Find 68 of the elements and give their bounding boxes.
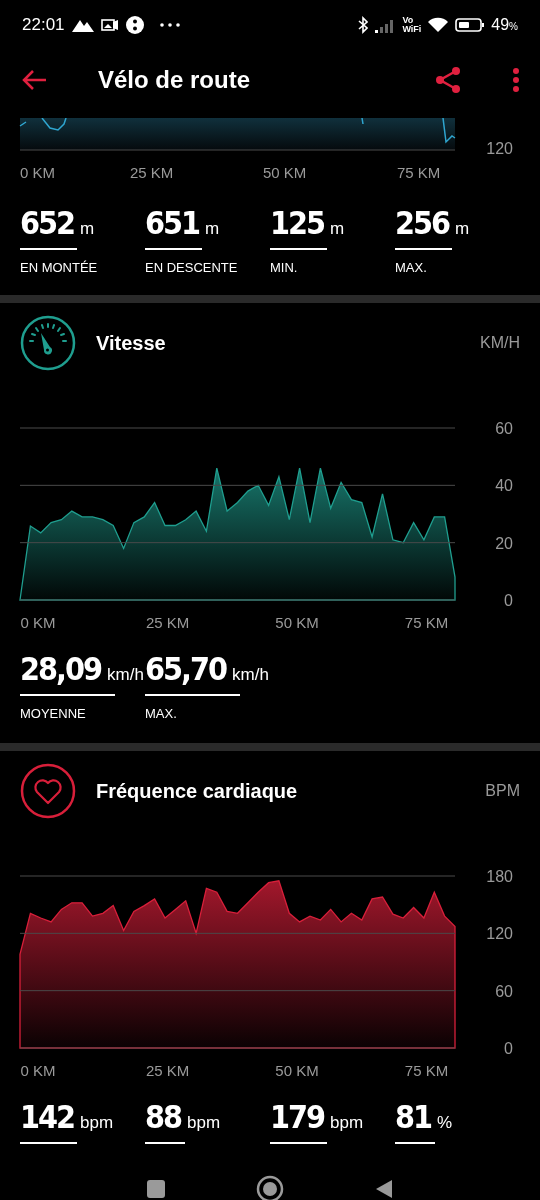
y-axis-label: 120 bbox=[486, 140, 513, 157]
x-axis-label: 75 KM bbox=[397, 164, 441, 181]
stat-value: 652 bbox=[20, 204, 75, 242]
home-button[interactable] bbox=[256, 1175, 284, 1200]
overflow-menu-icon[interactable] bbox=[512, 67, 520, 93]
stat-unit: bpm bbox=[330, 1113, 364, 1133]
x-axis-label: 50 KM bbox=[263, 164, 307, 181]
y-axis-label: 120 bbox=[486, 925, 513, 943]
speedometer-icon bbox=[20, 315, 76, 371]
x-axis-label: 0 KM bbox=[20, 614, 56, 631]
stat-value: 88 bbox=[145, 1098, 182, 1136]
vowifi-indicator: Vo WiFi bbox=[402, 16, 422, 34]
photo-icon bbox=[100, 18, 119, 32]
stat-value: 81 bbox=[395, 1098, 432, 1136]
y-axis-label: 60 bbox=[495, 420, 513, 437]
x-axis-label: 25 KM bbox=[145, 614, 190, 631]
stat-value: 256 bbox=[395, 204, 450, 242]
stat-unit: m bbox=[205, 219, 220, 239]
stat-unit: bpm bbox=[80, 1113, 114, 1133]
more-icon bbox=[158, 22, 181, 28]
stat-unit: km/h bbox=[232, 665, 269, 685]
x-axis-label: 50 KM bbox=[275, 614, 319, 631]
stat-value: 179 bbox=[270, 1098, 325, 1136]
stat-unit: km/h bbox=[107, 665, 144, 685]
page-title: Vélo de route bbox=[98, 66, 252, 94]
recents-button[interactable] bbox=[146, 1179, 166, 1199]
y-axis-label: 0 bbox=[504, 592, 513, 609]
share-icon[interactable] bbox=[434, 66, 462, 94]
y-axis-label: 20 bbox=[495, 534, 513, 552]
stat-value: 142 bbox=[20, 1098, 75, 1136]
y-axis-label: 180 bbox=[486, 868, 513, 885]
x-axis-label: 25 KM bbox=[145, 1062, 190, 1079]
stat-label: EN DESCENTE bbox=[145, 260, 238, 275]
x-axis-label: 0 KM bbox=[20, 1062, 56, 1079]
battery-icon bbox=[455, 17, 486, 33]
section-title: Fréquence cardiaque bbox=[96, 779, 299, 803]
x-axis-label: 75 KM bbox=[404, 614, 449, 631]
status-time: 22:01 bbox=[22, 15, 65, 35]
notification-dots-icon bbox=[124, 15, 145, 35]
y-axis-label: 60 bbox=[495, 982, 513, 1000]
stat-label: MOYENNE bbox=[20, 706, 86, 721]
x-axis-label: 0 KM bbox=[20, 164, 55, 181]
back-arrow-icon[interactable] bbox=[20, 68, 48, 92]
stat-label: MAX. bbox=[145, 706, 177, 721]
stat-unit: bpm bbox=[187, 1113, 221, 1133]
stat-value: 125 bbox=[270, 204, 325, 242]
x-axis-label: 25 KM bbox=[130, 164, 174, 181]
battery-percent: 49% bbox=[491, 16, 518, 34]
section-title: Vitesse bbox=[96, 331, 167, 355]
bluetooth-icon bbox=[358, 16, 369, 34]
stat-label: EN MONTÉE bbox=[20, 260, 98, 275]
back-button[interactable] bbox=[374, 1178, 394, 1200]
y-axis-label: 40 bbox=[495, 477, 513, 495]
unit-label: BPM bbox=[485, 782, 520, 800]
stat-value: 65,70 bbox=[145, 650, 227, 688]
y-axis-label: 0 bbox=[504, 1040, 513, 1057]
x-axis-label: 50 KM bbox=[275, 1062, 319, 1079]
stat-value: 651 bbox=[145, 204, 200, 242]
stat-label: MIN. bbox=[270, 260, 298, 275]
wifi-icon bbox=[427, 17, 450, 33]
stat-unit: m bbox=[455, 219, 470, 239]
stat-unit: m bbox=[80, 219, 95, 239]
stat-unit: m bbox=[330, 219, 345, 239]
stat-unit: % bbox=[437, 1113, 453, 1133]
stat-label: MAX. bbox=[395, 260, 427, 275]
x-axis-label: 75 KM bbox=[404, 1062, 449, 1079]
unit-label: KM/H bbox=[480, 334, 520, 352]
stat-value: 28,09 bbox=[20, 650, 102, 688]
